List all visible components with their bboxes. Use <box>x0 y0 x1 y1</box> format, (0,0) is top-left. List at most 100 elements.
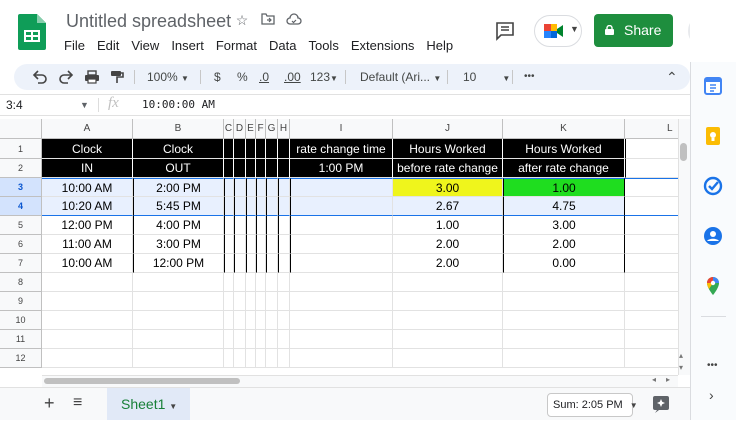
sheet-tab-sheet1[interactable]: Sheet1 ▼ <box>107 388 190 420</box>
cell-i3[interactable] <box>290 178 393 197</box>
cell-a1[interactable]: Clock <box>42 139 133 159</box>
cell-g5[interactable] <box>266 216 278 235</box>
column-header-k[interactable]: K <box>503 119 625 139</box>
menu-view[interactable]: View <box>125 36 165 56</box>
cell-d7[interactable] <box>234 254 246 273</box>
cell-h9[interactable] <box>278 292 290 311</box>
menu-file[interactable]: File <box>58 36 91 56</box>
cell-k11[interactable] <box>503 330 625 349</box>
keep-icon[interactable] <box>703 126 723 146</box>
cell-j4[interactable]: 2.67 <box>393 197 503 216</box>
all-sheets-icon[interactable]: ≡ <box>73 393 82 413</box>
cell-a8[interactable] <box>42 273 133 292</box>
cell-h8[interactable] <box>278 273 290 292</box>
maps-icon[interactable] <box>703 276 723 296</box>
show-side-panel-icon[interactable]: › <box>709 387 714 403</box>
row-header-7[interactable]: 7 <box>0 254 42 273</box>
cell-e1[interactable] <box>246 139 256 159</box>
row-header-11[interactable]: 11 <box>0 330 42 349</box>
column-header-i[interactable]: I <box>290 119 393 139</box>
spreadsheet-grid[interactable]: A B C D E F G H I J K L 1 Clock Clock rate … <box>0 119 678 375</box>
cell-e9[interactable] <box>246 292 256 311</box>
cell-l2[interactable] <box>625 159 678 178</box>
cell-a10[interactable] <box>42 311 133 330</box>
cloud-status-icon[interactable] <box>286 12 302 28</box>
cell-h2[interactable] <box>278 159 290 178</box>
move-folder-icon[interactable] <box>260 12 276 28</box>
cell-a9[interactable] <box>42 292 133 311</box>
cell-f4[interactable] <box>256 197 266 216</box>
share-button[interactable]: Share <box>594 14 673 47</box>
column-header-b[interactable]: B <box>133 119 224 139</box>
font-select[interactable]: Default (Ari... ▼ <box>360 64 441 90</box>
cell-j2[interactable]: before rate change <box>393 159 503 178</box>
cell-k8[interactable] <box>503 273 625 292</box>
cell-g6[interactable] <box>266 235 278 254</box>
tasks-icon[interactable] <box>703 176 723 196</box>
cell-g11[interactable] <box>266 330 278 349</box>
cell-j8[interactable] <box>393 273 503 292</box>
cell-c12[interactable] <box>224 349 234 368</box>
cell-l5[interactable] <box>625 216 678 235</box>
column-header-d[interactable]: D <box>234 119 246 139</box>
cell-i1[interactable]: rate change time <box>290 139 393 159</box>
cell-l10[interactable] <box>625 311 678 330</box>
zoom-select[interactable]: 100% ▼ <box>147 64 189 90</box>
cell-e12[interactable] <box>246 349 256 368</box>
cell-c9[interactable] <box>224 292 234 311</box>
sum-select[interactable]: Sum: 2:05 PM ▼ <box>547 393 638 417</box>
cell-c1[interactable] <box>224 139 234 159</box>
cell-d10[interactable] <box>234 311 246 330</box>
cell-b12[interactable] <box>133 349 224 368</box>
cell-e10[interactable] <box>246 311 256 330</box>
cell-e5[interactable] <box>246 216 256 235</box>
column-header-f[interactable]: F <box>256 119 266 139</box>
cell-d4[interactable] <box>234 197 246 216</box>
cell-h11[interactable] <box>278 330 290 349</box>
cell-f3[interactable] <box>256 178 266 197</box>
cell-h6[interactable] <box>278 235 290 254</box>
cell-l7[interactable] <box>625 254 678 273</box>
cell-k3[interactable]: 1.00 <box>503 178 625 197</box>
cell-e8[interactable] <box>246 273 256 292</box>
scroll-down-icon[interactable]: ▾ <box>679 363 683 372</box>
cell-k2[interactable]: after rate change <box>503 159 625 178</box>
cell-f6[interactable] <box>256 235 266 254</box>
select-all-corner[interactable] <box>0 119 42 139</box>
cell-f5[interactable] <box>256 216 266 235</box>
cell-i5[interactable] <box>290 216 393 235</box>
paint-format-icon[interactable] <box>110 64 124 90</box>
cell-e6[interactable] <box>246 235 256 254</box>
row-header-9[interactable]: 9 <box>0 292 42 311</box>
add-sheet-button[interactable]: + <box>44 393 55 413</box>
row-header-2[interactable]: 2 <box>0 159 42 178</box>
cell-b6[interactable]: 3:00 PM <box>133 235 224 254</box>
cell-i9[interactable] <box>290 292 393 311</box>
undo-icon[interactable] <box>32 64 48 90</box>
font-size-select[interactable]: 10 ▼ <box>463 64 510 90</box>
cell-g10[interactable] <box>266 311 278 330</box>
cell-g7[interactable] <box>266 254 278 273</box>
cell-g12[interactable] <box>266 349 278 368</box>
cell-c3[interactable] <box>224 178 234 197</box>
cell-a11[interactable] <box>42 330 133 349</box>
cell-g8[interactable] <box>266 273 278 292</box>
cell-f2[interactable] <box>256 159 266 178</box>
cell-d8[interactable] <box>234 273 246 292</box>
cell-l11[interactable] <box>625 330 678 349</box>
cell-l8[interactable] <box>625 273 678 292</box>
cell-a3[interactable]: 10:00 AM <box>42 178 133 197</box>
menu-insert[interactable]: Insert <box>165 36 210 56</box>
row-header-10[interactable]: 10 <box>0 311 42 330</box>
cell-g9[interactable] <box>266 292 278 311</box>
cell-b11[interactable] <box>133 330 224 349</box>
cell-a7[interactable]: 10:00 AM <box>42 254 133 273</box>
cell-j5[interactable]: 1.00 <box>393 216 503 235</box>
redo-icon[interactable] <box>58 64 74 90</box>
cell-h4[interactable] <box>278 197 290 216</box>
name-box[interactable]: 3:4 <box>6 97 23 113</box>
cell-g1[interactable] <box>266 139 278 159</box>
cell-k4[interactable]: 4.75 <box>503 197 625 216</box>
cell-h3[interactable] <box>278 178 290 197</box>
cell-e11[interactable] <box>246 330 256 349</box>
